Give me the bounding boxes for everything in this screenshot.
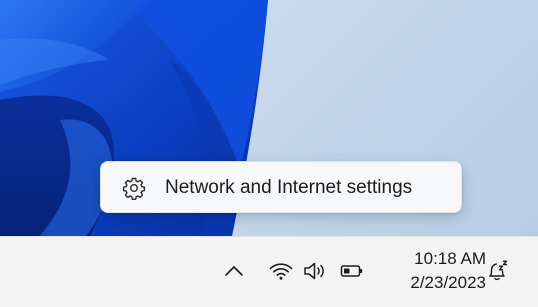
clock-time: 10:18 AM: [414, 249, 486, 268]
desktop-screen: Network and Internet settings 10:18 AM 2…: [0, 0, 538, 307]
chevron-up-icon[interactable]: [221, 258, 247, 284]
wifi-icon[interactable]: [268, 258, 294, 284]
taskbar-clock[interactable]: 10:18 AM 2/23/2023: [376, 247, 486, 295]
network-internet-settings-menu-item[interactable]: Network and Internet settings: [107, 168, 455, 206]
battery-icon[interactable]: [339, 258, 365, 284]
taskbar: 10:18 AM 2/23/2023: [0, 236, 538, 307]
context-menu: Network and Internet settings: [100, 161, 462, 213]
gear-icon: [122, 177, 146, 200]
clock-date: 2/23/2023: [410, 273, 486, 292]
menu-item-label: Network and Internet settings: [165, 177, 413, 198]
volume-icon[interactable]: [302, 258, 328, 284]
notification-bell-snooze-icon[interactable]: [485, 258, 511, 284]
